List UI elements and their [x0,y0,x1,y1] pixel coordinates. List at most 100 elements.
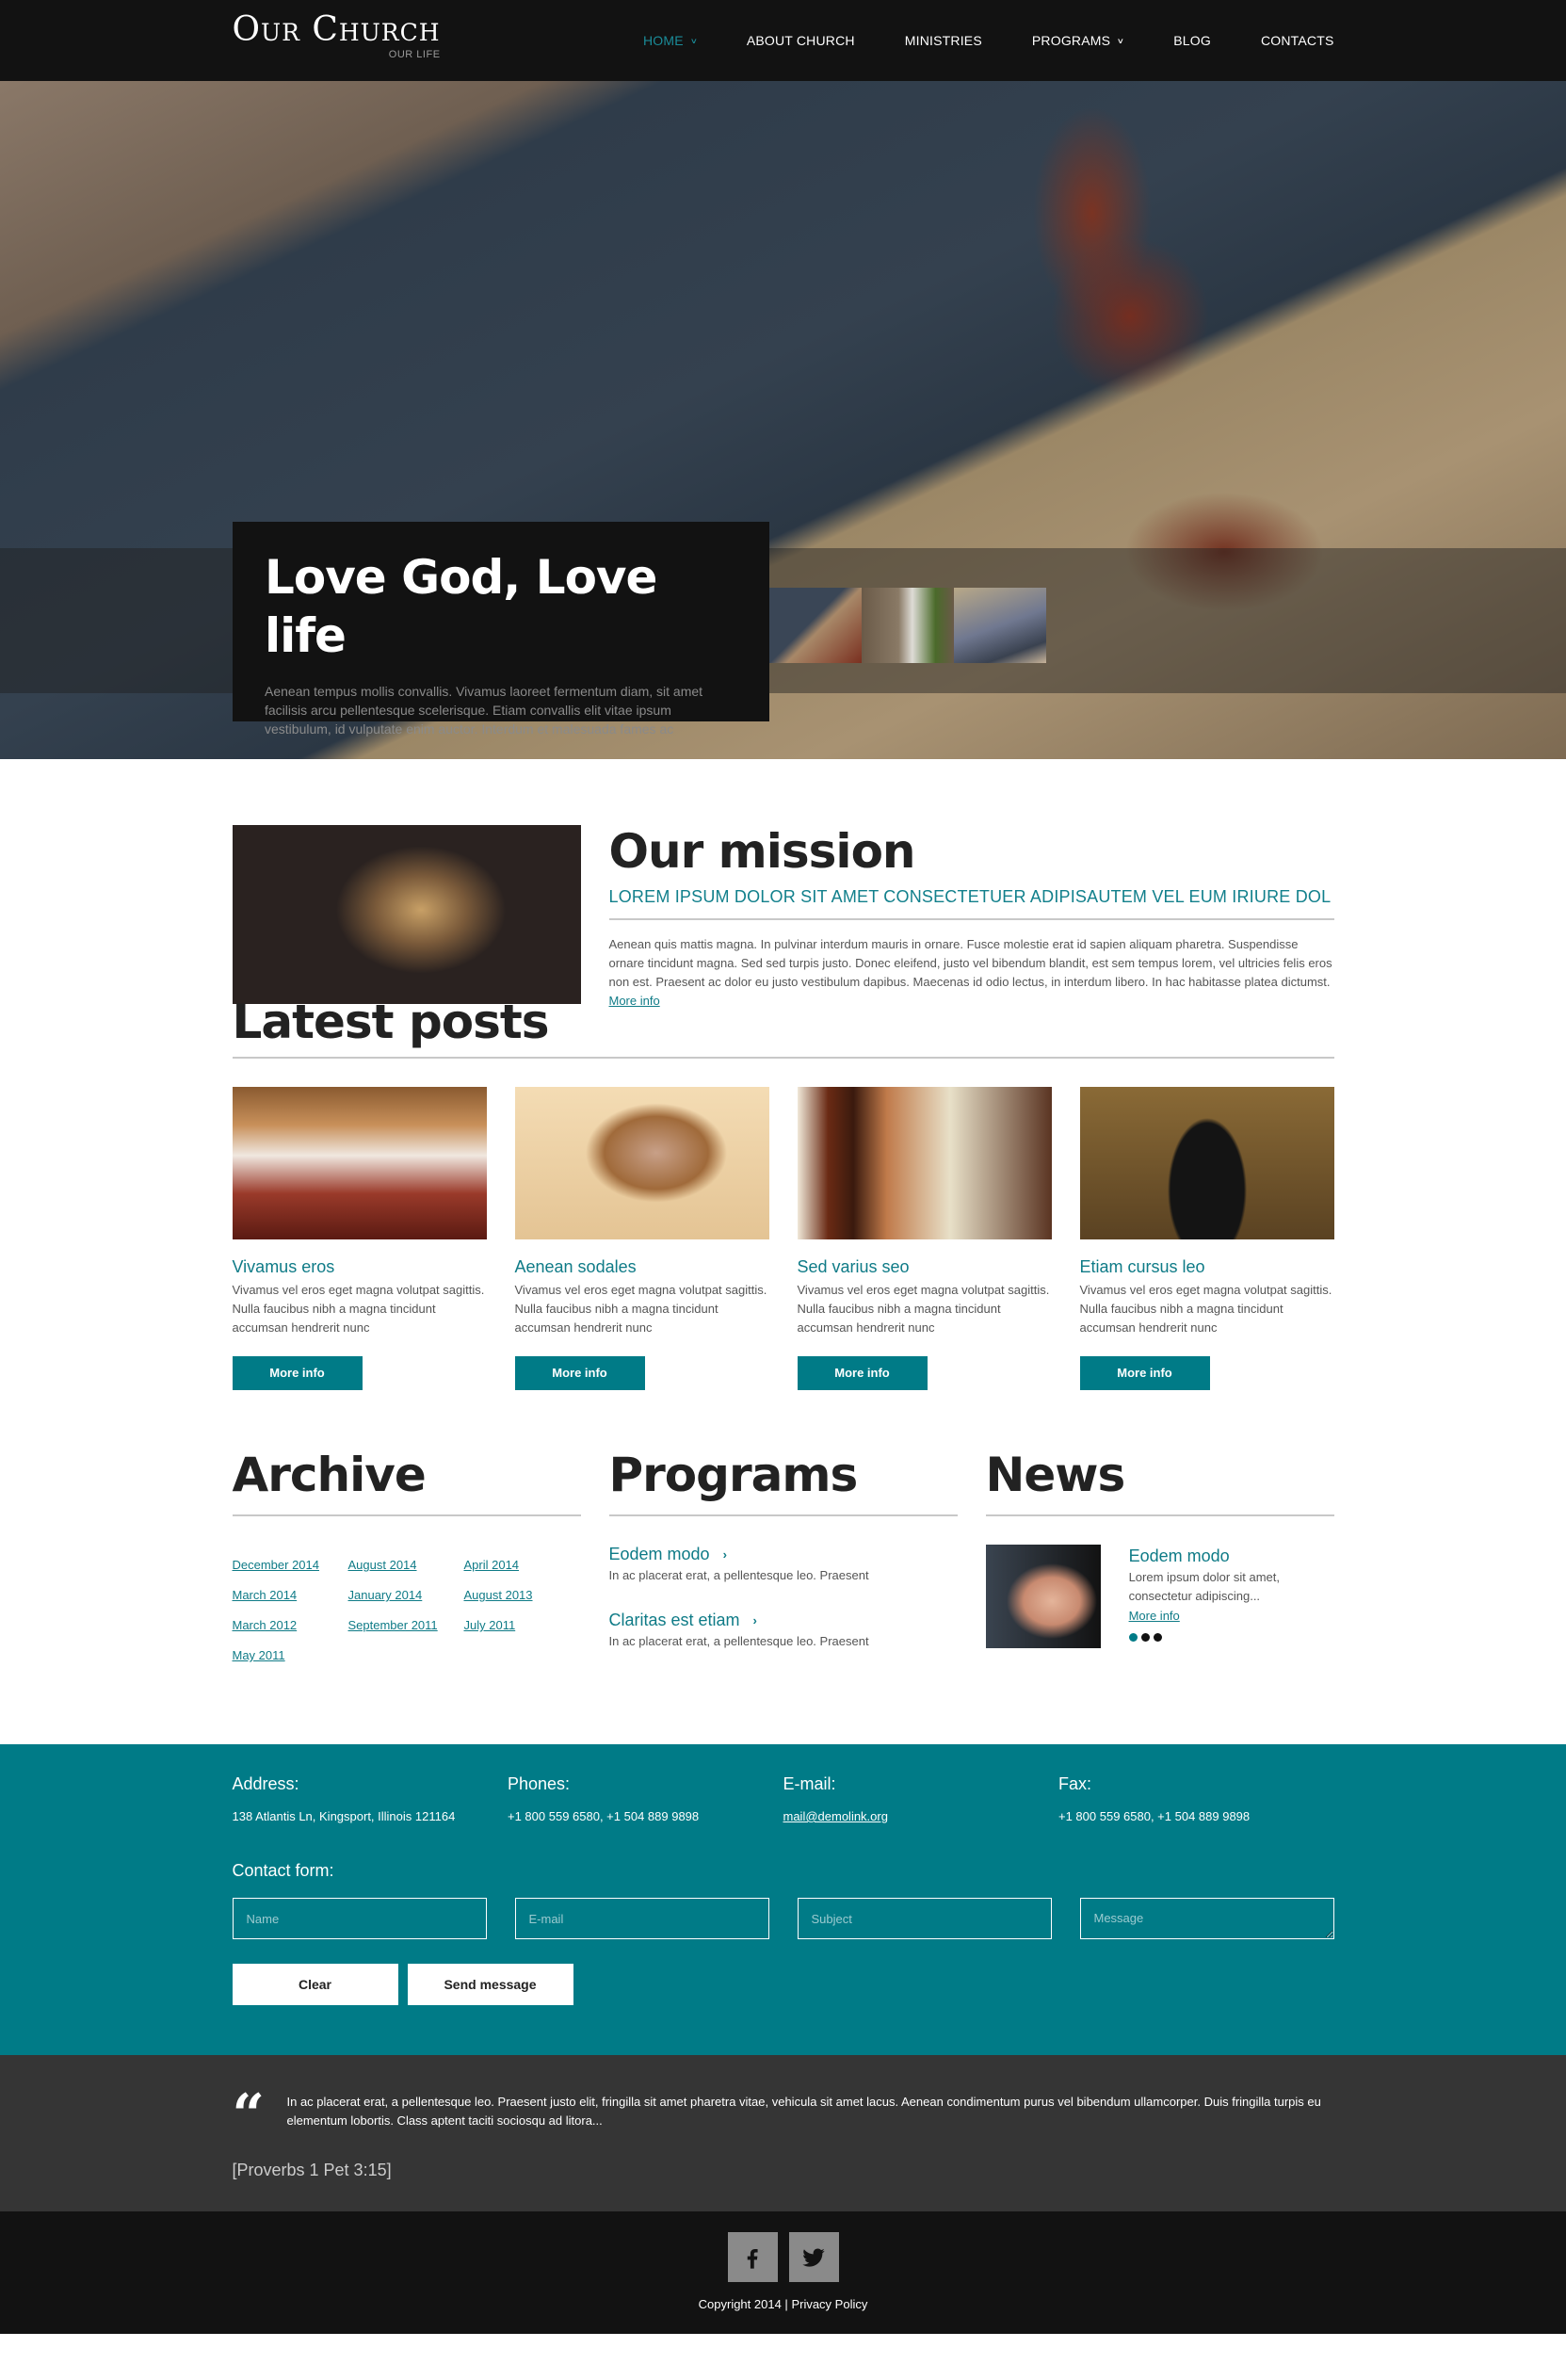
news-item-title[interactable]: Eodem modo [1129,1546,1334,1566]
nav-ministries[interactable]: MINISTRIES [905,33,982,48]
divider [232,1057,1334,1059]
nav-blog[interactable]: BLOG [1173,33,1211,48]
nav-programs-label: PROGRAMS [1031,33,1111,48]
site-footer: Copyright 2014 | Privacy Policy [0,2211,1566,2334]
phones-label: Phones: [508,1774,571,1793]
fax-value: +1 800 559 6580, +1 504 889 9898 [1058,1809,1251,1823]
pagination-dot[interactable] [1140,1633,1150,1642]
nav-home-label: HOME [642,33,684,48]
post-card: Etiam cursus leo Vivamus vel eros eget m… [1079,1087,1334,1390]
pagination-dot[interactable] [1128,1633,1138,1642]
divider [232,1514,581,1516]
mission-section: Our mission LOREM IPSUM DOLOR SIT AMET C… [232,759,1334,1008]
archive-link[interactable]: January 2014 [348,1586,464,1604]
archive-link[interactable]: April 2014 [464,1556,580,1574]
mission-text-body: Aenean quis mattis magna. In pulvinar in… [608,937,1332,989]
hero-thumbnail[interactable] [954,588,1046,663]
quote-section: “ In ac placerat erat, a pellentesque le… [0,2055,1566,2211]
logo[interactable]: Our Church OUR LIFE [233,9,441,60]
twitter-icon [802,2248,825,2267]
archive-link[interactable]: August 2014 [348,1556,464,1574]
archive-title: Archive [232,1448,427,1502]
post-title[interactable]: Sed varius seo [798,1256,1052,1277]
archive-link[interactable]: March 2012 [233,1616,348,1634]
nav-blog-label: BLOG [1173,33,1211,48]
programs-column: Programs Eodem modo › In ac placerat era… [608,1448,958,1664]
nav-ministries-label: MINISTRIES [904,33,982,48]
archive-link[interactable]: December 2014 [233,1556,348,1574]
nav-home[interactable]: HOME ∨ [642,33,698,48]
nav-programs[interactable]: PROGRAMS ∨ [1031,33,1125,48]
form-buttons: Clear Send message [232,1964,1334,2005]
archive-column: Archive December 2014 August 2014 April … [232,1448,581,1664]
address-value: 138 Atlantis Ln, Kingsport, Illinois 121… [232,1809,456,1823]
contact-section: Address: 138 Atlantis Ln, Kingsport, Ill… [0,1744,1566,2055]
post-image[interactable] [514,1087,769,1239]
hero-title: Love God, Love life [265,550,657,663]
nav-contacts-label: CONTACTS [1260,33,1334,48]
post-image[interactable] [797,1087,1052,1239]
more-info-button[interactable]: More info [514,1356,645,1390]
archive-link[interactable]: March 2014 [233,1586,348,1604]
archive-link[interactable]: May 2011 [233,1646,348,1664]
more-info-button[interactable]: More info [797,1356,928,1390]
nav-about-church[interactable]: ABOUT CHURCH [747,33,855,48]
program-link[interactable]: Claritas est etiam › [609,1611,958,1630]
program-link[interactable]: Eodem modo › [609,1545,958,1564]
contact-info: Address: 138 Atlantis Ln, Kingsport, Ill… [233,1774,1334,1823]
hero-caption: Love God, Love life Aenean tempus mollis… [233,522,769,737]
clear-button[interactable]: Clear [232,1964,398,2005]
fax-label: Fax: [1058,1774,1092,1793]
hero-thumbnails [769,588,1046,663]
pagination-dot[interactable] [1153,1633,1162,1642]
news-pagination [1128,1633,1334,1642]
more-info-button[interactable]: More info [1079,1356,1210,1390]
hero-thumbnail[interactable] [862,588,954,663]
subject-input[interactable] [797,1898,1052,1939]
email-input[interactable] [514,1898,769,1939]
archive-link[interactable]: September 2011 [348,1616,464,1634]
post-card: Vivamus eros Vivamus vel eros eget magna… [232,1087,487,1390]
programs-title: Programs [608,1448,859,1502]
program-title: Eodem modo [608,1545,710,1563]
more-info-button[interactable]: More info [232,1356,363,1390]
news-item-text: Lorem ipsum dolor sit amet, consectetur … [1128,1570,1280,1603]
address-label: Address: [232,1774,299,1793]
archive-link[interactable]: August 2013 [464,1586,580,1604]
copyright: Copyright 2014 | Privacy Policy [0,2297,1566,2311]
mission-title: Our mission [608,824,916,879]
quote-reference: [Proverbs 1 Pet 3:15] [232,2161,392,2179]
message-input[interactable] [1079,1898,1334,1939]
contact-form: Clear Send message [232,1898,1334,2005]
name-input[interactable] [232,1898,487,1939]
divider [608,1514,958,1516]
facebook-button[interactable] [727,2232,778,2282]
post-title[interactable]: Vivamus eros [233,1256,487,1277]
post-image[interactable] [232,1087,487,1239]
post-title[interactable]: Etiam cursus leo [1080,1256,1334,1277]
hero-thumbnail[interactable] [769,588,862,663]
news-image[interactable] [985,1545,1101,1648]
divider [985,1514,1334,1516]
privacy-policy-link[interactable]: Privacy Policy [791,2297,867,2311]
program-item: Claritas est etiam › In ac placerat erat… [609,1611,958,1648]
post-title[interactable]: Aenean sodales [515,1256,769,1277]
post-text: Vivamus vel eros eget magna volutpat sag… [232,1283,485,1335]
twitter-button[interactable] [788,2232,839,2282]
quote-text: In ac placerat erat, a pellentesque leo.… [286,2095,1321,2128]
email-value-wrap: mail@demolink.org [783,1809,1059,1823]
nav-contacts[interactable]: CONTACTS [1261,33,1334,48]
program-title: Claritas est etiam [608,1611,740,1629]
email-link[interactable]: mail@demolink.org [783,1809,888,1823]
send-message-button[interactable]: Send message [407,1964,573,2005]
post-image[interactable] [1079,1087,1334,1239]
email-block: E-mail: mail@demolink.org [783,1774,1059,1823]
program-text: In ac placerat erat, a pellentesque leo.… [608,1634,869,1648]
chevron-down-icon: ∨ [1116,36,1125,45]
news-more-link[interactable]: More info [1129,1609,1180,1623]
post-card: Sed varius seo Vivamus vel eros eget mag… [797,1087,1052,1390]
social-links [0,2232,1566,2282]
archive-link[interactable]: July 2011 [464,1616,580,1634]
logo-tagline: OUR LIFE [388,49,441,60]
program-text: In ac placerat erat, a pellentesque leo.… [608,1568,869,1582]
